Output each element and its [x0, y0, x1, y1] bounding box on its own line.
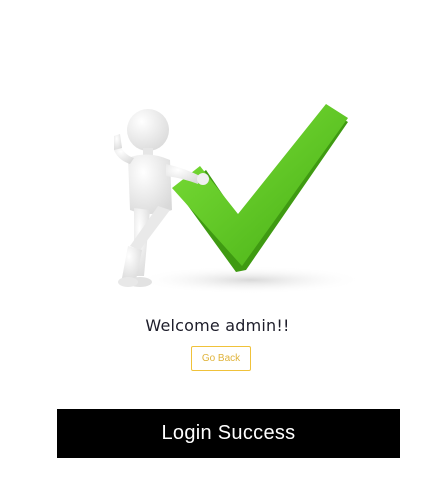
login-success-text: Login Success [161, 422, 296, 444]
welcome-message: Welcome admin!! [145, 316, 290, 335]
go-back-button[interactable]: Go Back [191, 346, 251, 371]
login-success-banner: Login Success [57, 409, 400, 458]
success-checkmark-illustration [100, 100, 360, 305]
man-leaning-on-checkmark-icon [114, 104, 360, 294]
